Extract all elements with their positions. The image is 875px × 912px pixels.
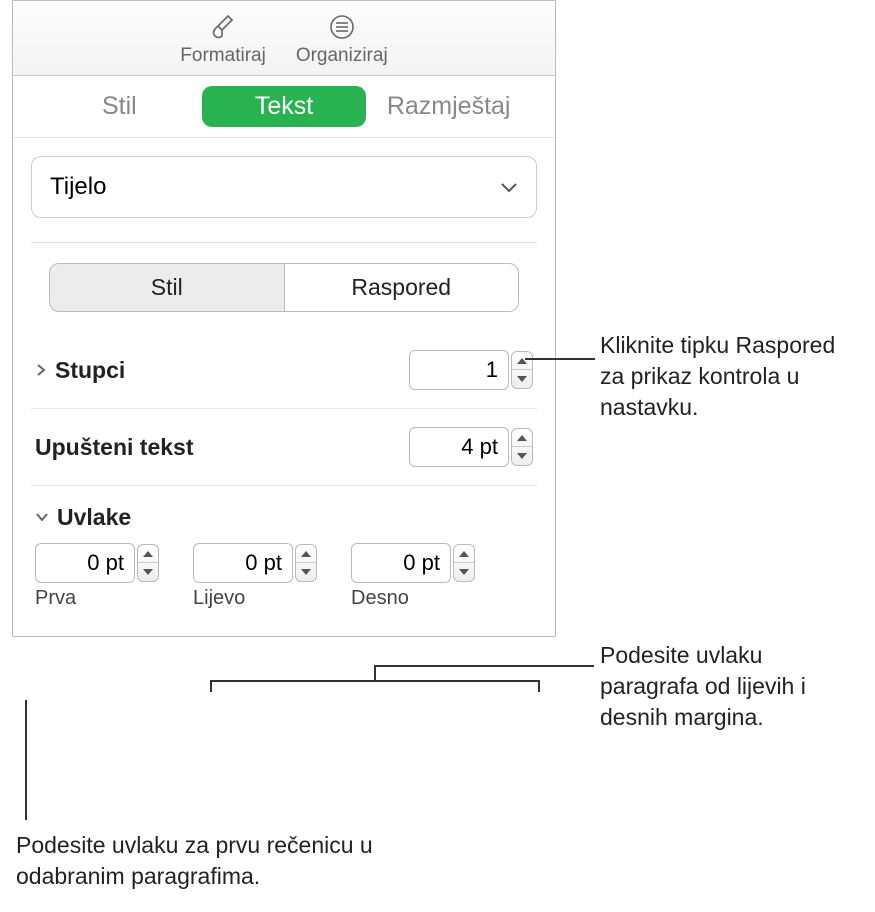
indent-left-stepper — [295, 544, 317, 582]
indent-right: Desno — [351, 543, 475, 610]
columns-stepper — [409, 350, 533, 390]
indent-left-label: Lijevo — [193, 587, 245, 610]
callout-bracket — [210, 680, 212, 692]
indent-right-label: Desno — [351, 587, 409, 610]
callout-bracket — [538, 680, 540, 692]
format-button[interactable]: Formatiraj — [180, 11, 266, 67]
columns-label: Stupci — [55, 357, 125, 384]
indent-left-input[interactable] — [193, 543, 293, 583]
stepper-up[interactable] — [512, 429, 532, 447]
paragraph-style-value: Tijelo — [50, 173, 106, 201]
organize-label: Organiziraj — [296, 45, 388, 67]
chevron-down-icon — [500, 181, 518, 193]
format-label: Formatiraj — [180, 45, 266, 67]
indent-right-input[interactable] — [351, 543, 451, 583]
stepper-up[interactable] — [138, 545, 158, 563]
paragraph-style-dropdown[interactable]: Tijelo — [31, 156, 537, 218]
indents-header: Uvlake — [31, 486, 537, 543]
indent-first-stepper — [137, 544, 159, 582]
stepper-up[interactable] — [512, 352, 532, 370]
indent-controls: Prva Lijevo — [31, 543, 537, 610]
stepper-down[interactable] — [512, 370, 532, 388]
dropcap-stepper-buttons — [511, 428, 533, 466]
format-tabs: Stil Tekst Razmještaj — [13, 76, 555, 138]
columns-input[interactable] — [409, 350, 509, 390]
stepper-down[interactable] — [454, 563, 474, 581]
format-panel: Formatiraj Organiziraj Stil Tekst Razmje… — [12, 0, 556, 637]
callout-layout-button: Kliknite tipku Raspored za prikaz kontro… — [600, 330, 860, 423]
indent-first-input[interactable] — [35, 543, 135, 583]
chevron-down-icon[interactable] — [35, 511, 49, 525]
stepper-up[interactable] — [296, 545, 316, 563]
stepper-down[interactable] — [296, 563, 316, 581]
indents-label: Uvlake — [57, 504, 131, 531]
callout-first-line: Podesite uvlaku za prvu rečenicu u odabr… — [16, 830, 436, 892]
text-subtabs: Stil Raspored — [49, 263, 519, 312]
stepper-down[interactable] — [512, 447, 532, 465]
columns-row: Stupci — [31, 332, 537, 409]
tab-style[interactable]: Stil — [37, 86, 202, 127]
callout-bracket — [374, 665, 376, 680]
stepper-up[interactable] — [454, 545, 474, 563]
callout-line — [25, 700, 27, 820]
tab-text[interactable]: Tekst — [202, 86, 367, 127]
indent-right-stepper — [453, 544, 475, 582]
content-area: Tijelo Stil Raspored Stupci — [13, 138, 555, 636]
callout-margins: Podesite uvlaku paragrafa od lijevih i d… — [600, 640, 860, 733]
indent-left: Lijevo — [193, 543, 317, 610]
dropcap-row: Upušteni tekst — [31, 409, 537, 486]
indent-first: Prva — [35, 543, 159, 610]
chevron-right-icon[interactable] — [35, 363, 49, 377]
organize-icon — [326, 11, 358, 43]
brush-icon — [207, 11, 239, 43]
dropcap-stepper — [409, 427, 533, 467]
stepper-down[interactable] — [138, 563, 158, 581]
subtab-layout[interactable]: Raspored — [285, 264, 519, 311]
toolbar: Formatiraj Organiziraj — [13, 1, 555, 76]
callout-bracket — [374, 665, 594, 667]
indent-first-label: Prva — [35, 587, 76, 610]
tab-layout[interactable]: Razmještaj — [366, 86, 531, 127]
callout-bracket — [210, 680, 540, 682]
dropcap-label: Upušteni tekst — [35, 434, 193, 461]
subtab-style[interactable]: Stil — [50, 264, 285, 311]
callout-line — [525, 358, 595, 360]
organize-button[interactable]: Organiziraj — [296, 11, 388, 67]
dropcap-input[interactable] — [409, 427, 509, 467]
columns-stepper-buttons — [511, 351, 533, 389]
